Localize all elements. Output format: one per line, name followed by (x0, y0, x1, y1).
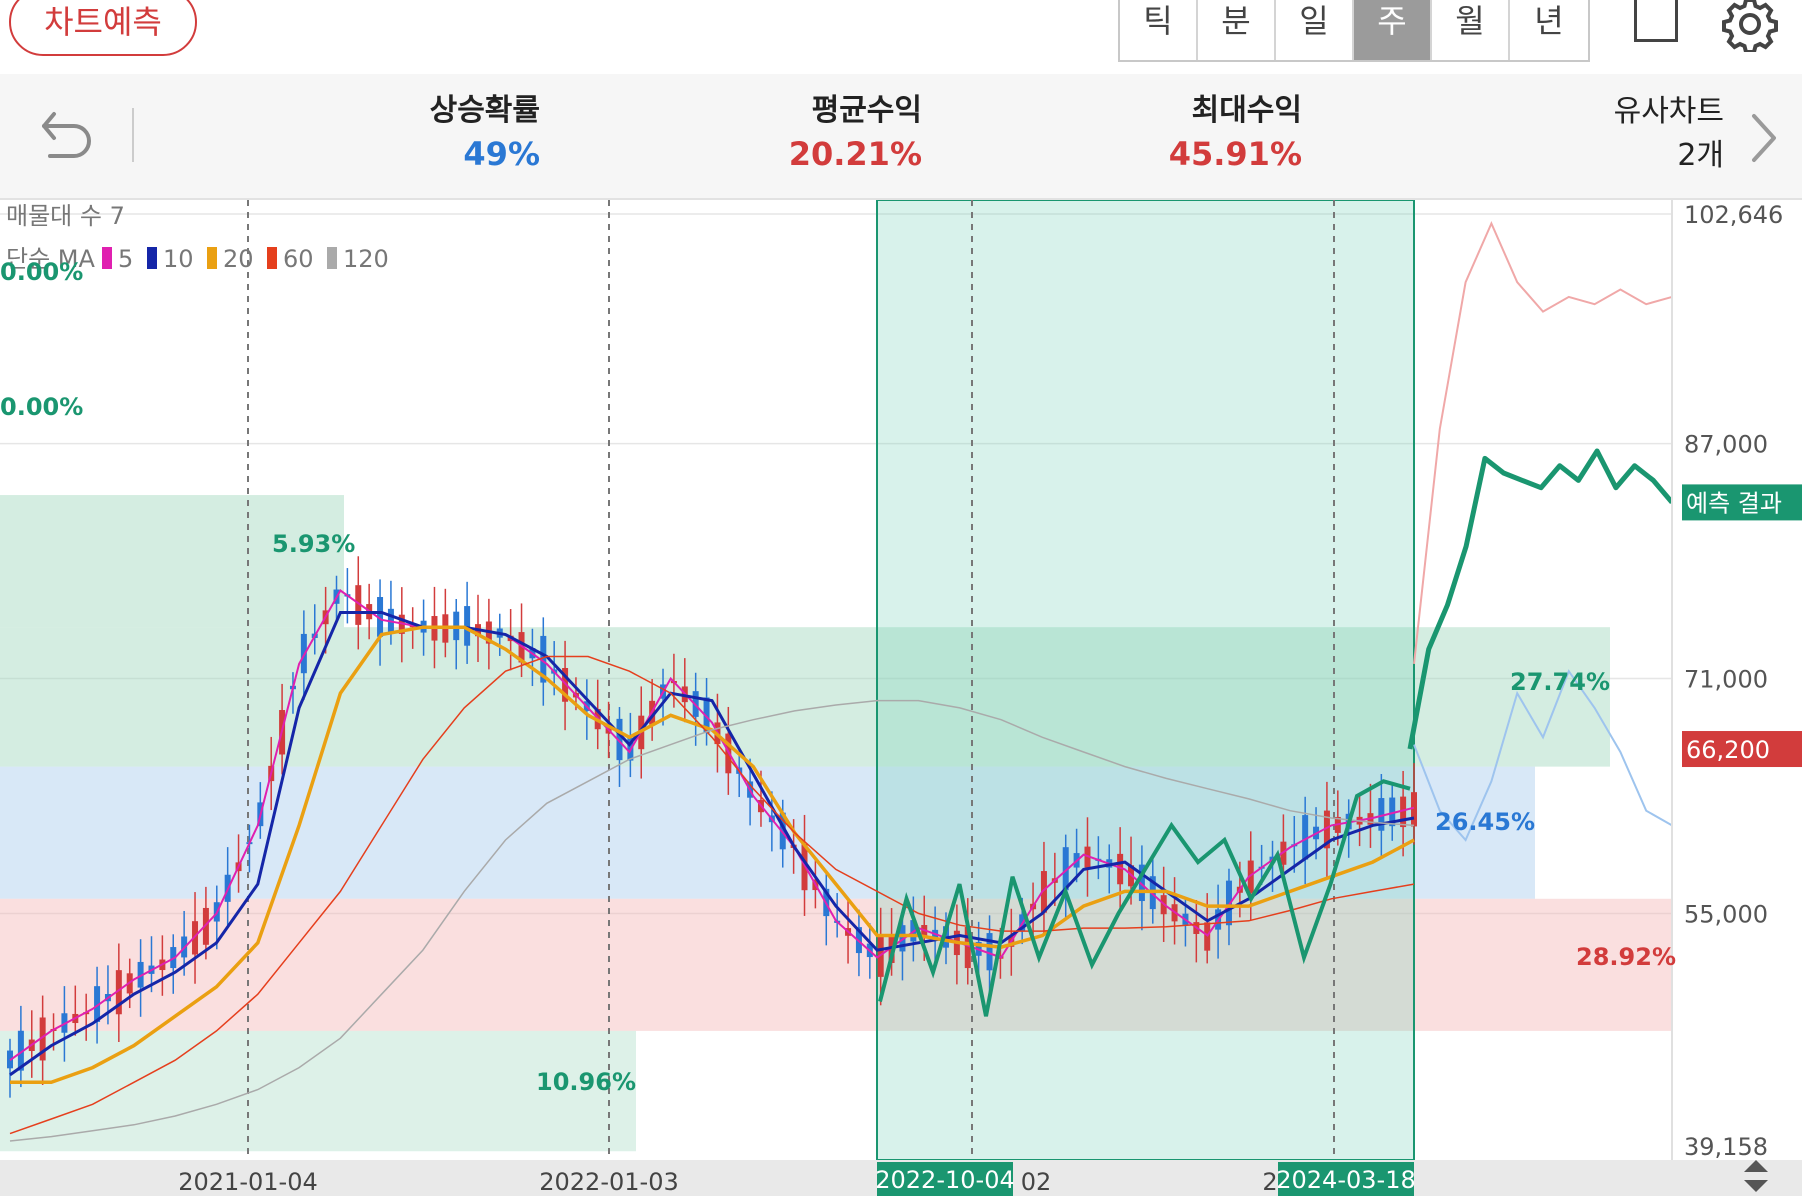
x-tick-label: 02 (1021, 1168, 1052, 1196)
zone-percent-label: 28.92% (1576, 943, 1676, 971)
volume-zone-2 (0, 898, 1672, 1031)
y-tick-label: 87,000 (1684, 431, 1768, 459)
chevron-right-icon[interactable] (1744, 108, 1784, 168)
max-return-stat: 최대수익 45.91% (1020, 92, 1302, 178)
average-return-stat: 평균수익 20.21% (640, 92, 922, 178)
period-tabs: 틱분일주월년 (1118, 0, 1590, 62)
period-tab-5[interactable]: 년 (1510, 0, 1588, 60)
average-return-label: 평균수익 (811, 93, 922, 128)
similar-charts-label: 유사차트 (1613, 94, 1724, 129)
similar-charts-link[interactable]: 유사차트 2개 (1550, 92, 1724, 180)
volume-zone-4 (0, 495, 344, 628)
ma-legend-swatch-10 (147, 247, 157, 269)
current-price-tag-label: 66,200 (1686, 736, 1770, 764)
rise-probability-label: 상승확률 (429, 93, 540, 128)
divider (132, 108, 134, 162)
ma-legend-swatch-5 (102, 247, 112, 269)
max-return-value: 45.91% (1168, 135, 1302, 173)
rise-probability-stat: 상승확률 49% (300, 92, 540, 178)
prediction-tag-label: 예측 결과 (1686, 489, 1782, 517)
max-return-label: 최대수익 (1191, 93, 1302, 128)
date-tag-end: 2024-03-18 (1276, 1166, 1415, 1194)
ma-legend-swatch-20 (207, 247, 217, 269)
average-return-value: 20.21% (788, 135, 922, 173)
ma-legend-period: 20 (223, 245, 254, 273)
gear-icon[interactable] (1722, 0, 1778, 52)
y-tick-label: 102,646 (1684, 201, 1783, 229)
zone-percent-label: 26.45% (1435, 808, 1535, 836)
zone-percent-label: 27.74% (1510, 668, 1610, 696)
chart-predict-button[interactable]: 차트예측 (9, 0, 197, 56)
y-tick-label: 55,000 (1684, 900, 1768, 928)
prediction-stats-bar: 상승확률 49% 평균수익 20.21% 최대수익 45.91% 유사차트 2개 (0, 74, 1802, 200)
volume-profile-label: 매물대 수 7 (6, 202, 125, 230)
x-tick-label: 2022-01-03 (539, 1168, 678, 1196)
period-tab-0[interactable]: 틱 (1120, 0, 1198, 60)
date-tag-start: 2022-10-04 (875, 1166, 1014, 1194)
top-toolbar: 차트예측 틱분일주월년 (0, 0, 1802, 74)
ma-legend-period: 120 (343, 245, 389, 273)
price-chart[interactable]: 102,646 87,000 71,000 55,000 39,158 예측 결과 66,2… (0, 200, 1802, 1196)
similar-charts-count: 2개 (1677, 138, 1724, 173)
zone-percent-label: 0.00% (0, 393, 83, 421)
ma-legend-swatch-120 (327, 247, 337, 269)
ma-legend-period: 10 (163, 245, 194, 273)
period-tab-4[interactable]: 월 (1432, 0, 1510, 60)
fullscreen-icon[interactable] (1634, 0, 1678, 42)
zone-percent-label: 10.96% (536, 1068, 636, 1096)
zone-percent-label: 5.93% (272, 530, 355, 558)
candle-body-129 (1411, 792, 1417, 827)
ma-legend-period: 5 (118, 245, 133, 273)
period-tab-3[interactable]: 주 (1354, 0, 1432, 60)
ma-legend-swatch-60 (267, 247, 277, 269)
y-tick-label: 71,000 (1684, 666, 1768, 694)
undo-icon[interactable] (36, 104, 96, 164)
ma-legend-period: 60 (283, 245, 314, 273)
period-tab-1[interactable]: 분 (1198, 0, 1276, 60)
zone-percent-label: 0.00% (0, 258, 83, 286)
x-tick-label: 2021-01-04 (178, 1168, 317, 1196)
period-tab-2[interactable]: 일 (1276, 0, 1354, 60)
rise-probability-value: 49% (463, 135, 540, 173)
y-tick-label: 39,158 (1684, 1133, 1768, 1161)
